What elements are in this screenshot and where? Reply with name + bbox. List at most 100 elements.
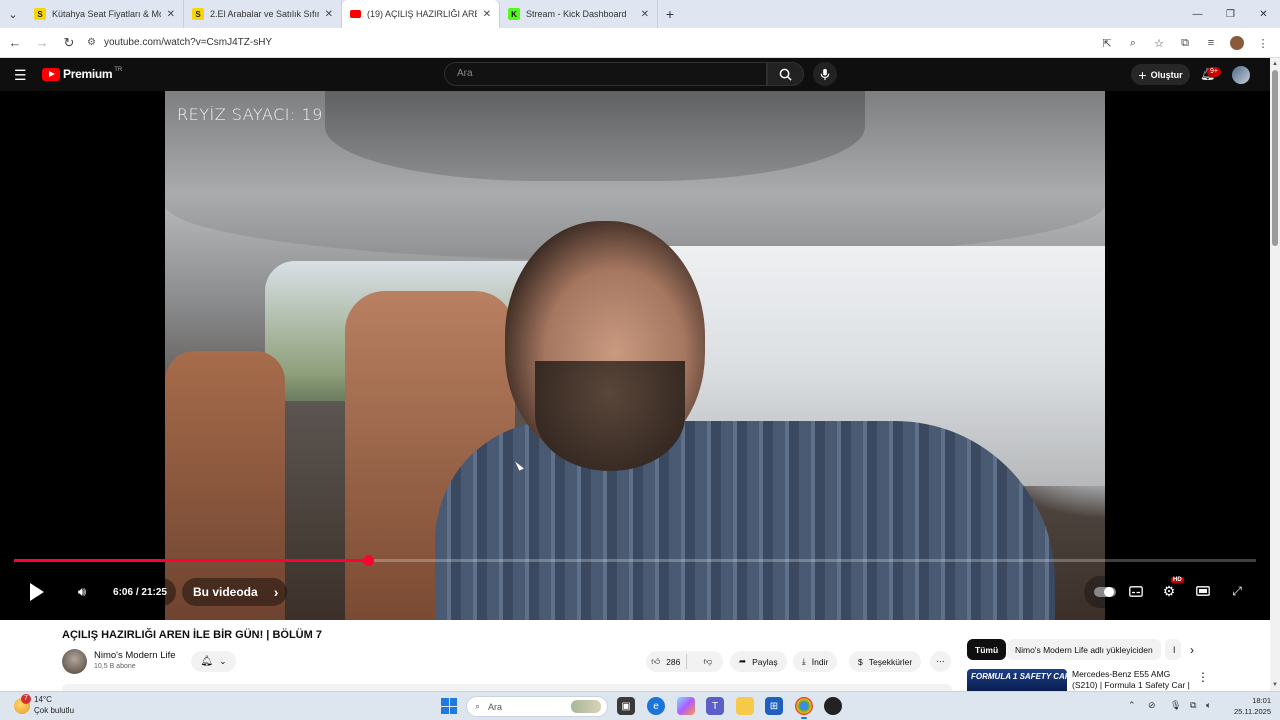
profile-avatar[interactable]	[1230, 36, 1244, 50]
logo-region-text: TR	[114, 67, 123, 73]
teams-icon[interactable]: T	[706, 697, 724, 715]
theater-mode-icon[interactable]	[1192, 580, 1214, 602]
like-button[interactable]: 👍︎ 286	[646, 654, 687, 669]
video-scene-sunroof	[325, 91, 865, 181]
tab-close-icon[interactable]: ✕	[167, 9, 175, 20]
share-button[interactable]: ➦ Paylaş	[730, 651, 787, 672]
subscribed-bell-button[interactable]: 🔔︎ ⌄	[191, 651, 236, 672]
settings-gear-icon[interactable]: ⚙	[1158, 580, 1180, 602]
search-input[interactable]: Ara	[444, 62, 767, 86]
scrollbar-thumb[interactable]	[1272, 70, 1278, 246]
zoom-icon[interactable]: ⌕	[1122, 32, 1144, 54]
browser-tab[interactable]: K Stream - Kick Dashboard ✕	[500, 0, 658, 28]
url-text[interactable]: youtube.com/watch?v=CsmJ4TZ-sHY	[104, 37, 272, 48]
more-actions-icon[interactable]: ⋯	[930, 651, 951, 672]
windows-start-icon[interactable]	[441, 698, 457, 714]
autoplay-toggle[interactable]	[1094, 587, 1116, 597]
youtube-favicon-icon	[350, 10, 361, 18]
tray-chevron-icon[interactable]: ⌃	[1128, 700, 1136, 711]
video-frame[interactable]: REYİZ SAYACI: 19	[165, 91, 1105, 620]
youtube-premium-logo[interactable]: Premium TR	[42, 67, 122, 81]
volume-icon[interactable]: 🔊︎	[70, 580, 94, 604]
forward-icon[interactable]: →	[30, 31, 54, 55]
recommendation-title[interactable]: Mercedes-Benz E55 AMG (S210) | Formula 1…	[1072, 669, 1192, 691]
account-avatar[interactable]	[1232, 66, 1250, 84]
hamburger-menu-icon[interactable]: ☰	[14, 67, 27, 84]
volume-tray-icon[interactable]: 🔈︎	[1206, 700, 1211, 711]
tab-close-icon[interactable]: ✕	[641, 9, 649, 20]
chip-related[interactable]: İ	[1165, 639, 1181, 660]
site-info-icon[interactable]: ⚙	[87, 37, 96, 48]
task-view-icon[interactable]: ▣	[617, 697, 635, 715]
recommendation-thumbnail[interactable]: FORMULA 1 SAFETY CAR	[967, 669, 1067, 691]
edge-icon[interactable]: e	[647, 697, 665, 715]
progress-scrubber-handle[interactable]	[363, 555, 374, 566]
windows-taskbar: 7 14°C Çok bulutlu ⌕ Ara ▣ e T ⊞ ⌃ ⊘ 🎙︎ …	[0, 691, 1280, 720]
download-button[interactable]: ⤓ İndir	[793, 651, 838, 672]
reload-icon[interactable]: ↻	[57, 31, 81, 55]
search-button[interactable]	[767, 62, 804, 86]
minimize-icon[interactable]: —	[1181, 0, 1214, 28]
browser-menu-icon[interactable]: ⋮	[1252, 32, 1274, 54]
channel-name[interactable]: Nimo's Modern Life	[94, 650, 176, 661]
file-explorer-icon[interactable]	[736, 697, 754, 715]
omnibox[interactable]: ⚙ youtube.com/watch?v=CsmJ4TZ-sHY	[87, 32, 1087, 54]
bookmark-star-icon[interactable]: ☆	[1148, 32, 1170, 54]
notification-count-badge: 9+	[1207, 67, 1221, 77]
address-bar-row: ← → ↻ ⚙ youtube.com/watch?v=CsmJ4TZ-sHY …	[0, 28, 1280, 58]
new-tab-icon[interactable]: +	[658, 6, 682, 22]
fullscreen-icon[interactable]: ⤢	[1226, 580, 1248, 602]
video-watermark: REYİZ SAYACI: 19	[177, 105, 323, 124]
chevron-right-icon[interactable]: ›	[1184, 642, 1200, 658]
tab-close-icon[interactable]: ✕	[483, 9, 491, 20]
browser-tab[interactable]: S 2.El Arabalar ve Satılık Sıfır Km ✕	[184, 0, 342, 28]
chrome-icon[interactable]	[795, 697, 813, 719]
scroll-down-icon[interactable]: ▼	[1271, 681, 1279, 689]
microphone-tray-icon[interactable]: 🎙︎	[1170, 700, 1181, 711]
chip-all[interactable]: Tümü	[967, 639, 1007, 660]
chip-from-uploader[interactable]: Nimo's Modern Life adlı yükleyiciden	[1007, 639, 1161, 660]
obs-icon[interactable]	[824, 697, 842, 715]
description-box[interactable]	[62, 684, 952, 691]
close-window-icon[interactable]: ✕	[1247, 0, 1280, 28]
chapters-button[interactable]: Bu videoda ›	[182, 578, 287, 606]
taskbar-clock[interactable]: 18:01 25.11.2025	[1213, 695, 1271, 717]
share-label: Paylaş	[752, 656, 778, 667]
thumbs-down-icon: 👎︎	[703, 656, 713, 666]
display-icon[interactable]: ⧉	[1190, 700, 1196, 711]
subtitles-icon[interactable]	[1125, 580, 1147, 602]
taskbar-search[interactable]: ⌕ Ara	[466, 696, 608, 717]
microphone-icon	[820, 68, 830, 80]
video-player[interactable]: REYİZ SAYACI: 19 🔊︎ 6:06 / 21:25 Bu vide…	[0, 91, 1270, 620]
browser-tab[interactable]: S Kütahya Seat Fiyatları & Modell ✕	[26, 0, 184, 28]
clock-date: 25.11.2025	[1234, 707, 1271, 716]
dislike-button[interactable]: 👎︎	[693, 656, 723, 667]
media-control-icon[interactable]: ≡	[1200, 32, 1222, 54]
play-button[interactable]	[22, 578, 52, 606]
copilot-icon[interactable]	[677, 697, 695, 715]
voice-search-button[interactable]	[813, 62, 837, 86]
tab-search-dropdown-icon[interactable]: ⌄	[0, 0, 26, 28]
tab-close-icon[interactable]: ✕	[325, 9, 333, 20]
time-display: 6:06 / 21:25	[104, 578, 176, 606]
weather-description[interactable]: Çok bulutlu	[34, 706, 74, 715]
thanks-label: Teşekkürler	[868, 656, 913, 667]
clock-time: 18:01	[1252, 696, 1271, 705]
channel-avatar[interactable]	[62, 649, 87, 674]
install-app-icon[interactable]: ⇱	[1096, 32, 1118, 54]
watch-metadata: AÇILIŞ HAZIRLIĞI AREN İLE BİR GÜN! | BÖL…	[0, 620, 1270, 691]
thanks-button[interactable]: $ Teşekkürler	[849, 651, 922, 672]
download-icon: ⤓	[802, 656, 806, 666]
extensions-icon[interactable]: ⧉	[1174, 32, 1196, 54]
restore-icon[interactable]: ❐	[1214, 0, 1247, 28]
browser-tab-active[interactable]: (19) AÇILIŞ HAZIRLIĞI AREN İLE ✕	[342, 0, 500, 28]
create-button[interactable]: + Oluştur	[1131, 64, 1190, 85]
recommendation-menu-icon[interactable]: ⋮	[1197, 670, 1209, 684]
search-icon	[779, 68, 792, 81]
back-icon[interactable]: ←	[3, 31, 27, 55]
store-icon[interactable]: ⊞	[765, 697, 783, 715]
video-title: AÇILIŞ HAZIRLIĞI AREN İLE BİR GÜN! | BÖL…	[62, 629, 322, 641]
weather-temperature[interactable]: 14°C	[34, 695, 52, 704]
scroll-up-icon[interactable]: ▲	[1271, 60, 1279, 68]
network-icon[interactable]: ⊘	[1148, 700, 1156, 711]
